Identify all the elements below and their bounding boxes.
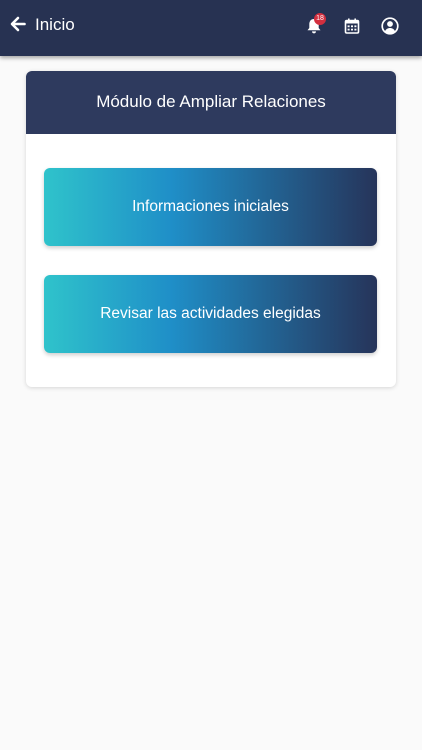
calendar-icon bbox=[344, 18, 360, 34]
user-circle-icon bbox=[381, 17, 399, 35]
arrow-left-icon bbox=[10, 16, 26, 32]
calendar-button[interactable] bbox=[343, 17, 361, 35]
profile-button[interactable] bbox=[381, 17, 399, 35]
review-selected-activities-button[interactable]: Revisar las actividades elegidas bbox=[44, 275, 377, 353]
top-app-bar: Inicio 18 bbox=[0, 0, 422, 56]
module-card: Módulo de Ampliar Relaciones Informacion… bbox=[26, 71, 396, 387]
module-title: Módulo de Ampliar Relaciones bbox=[96, 92, 326, 111]
initial-information-button[interactable]: Informaciones iniciales bbox=[44, 168, 377, 246]
notifications-button[interactable]: 18 bbox=[305, 13, 326, 35]
back-button[interactable] bbox=[10, 16, 26, 32]
notification-count-badge: 18 bbox=[314, 13, 326, 25]
page-title: Inicio bbox=[35, 15, 75, 34]
module-card-header: Módulo de Ampliar Relaciones bbox=[26, 71, 396, 134]
